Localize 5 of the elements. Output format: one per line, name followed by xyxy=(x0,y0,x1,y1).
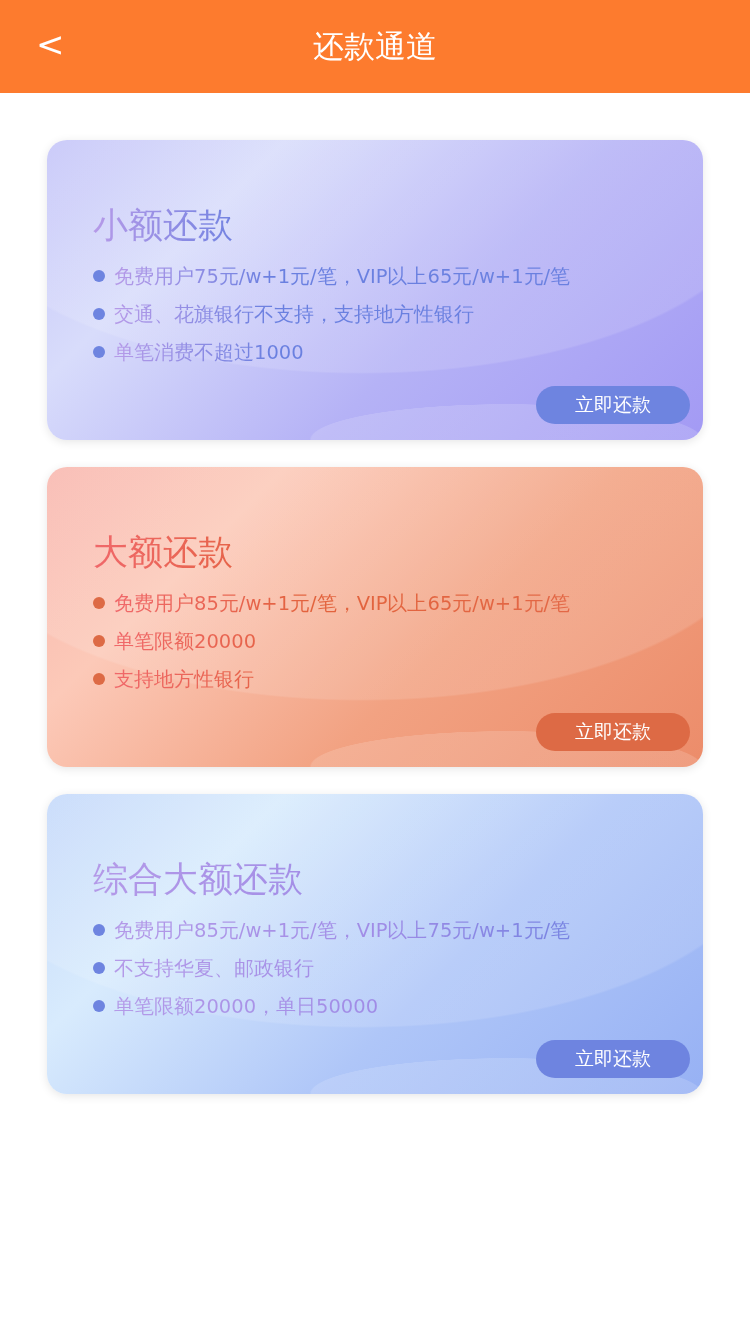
pay-now-button[interactable]: 立即还款 xyxy=(536,1040,690,1078)
back-button[interactable]: < xyxy=(30,24,71,64)
pay-now-button[interactable]: 立即还款 xyxy=(536,713,690,751)
page-title: 还款通道 xyxy=(313,26,437,66)
pay-now-button[interactable]: 立即还款 xyxy=(536,386,690,424)
